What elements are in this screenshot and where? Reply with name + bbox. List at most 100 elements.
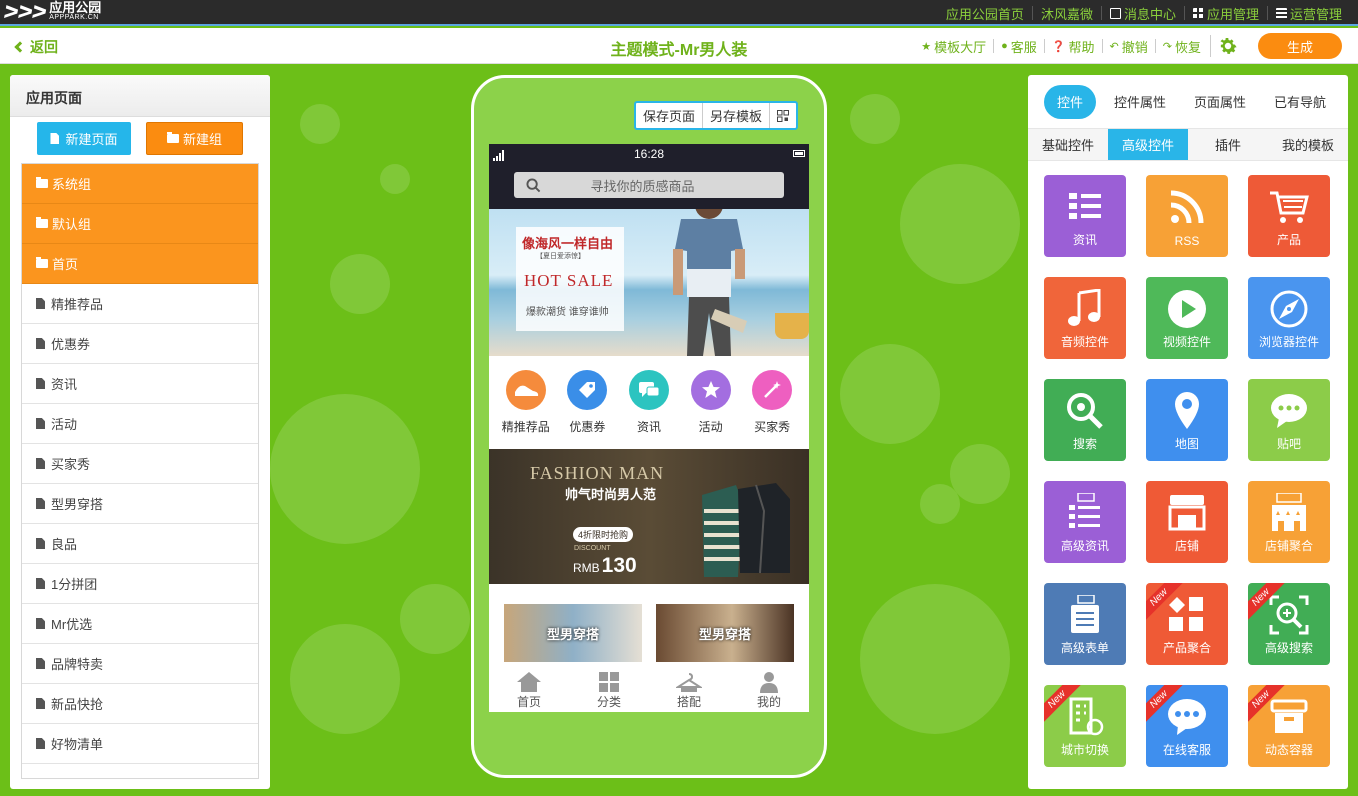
- save-page-button[interactable]: 保存页面: [636, 103, 702, 128]
- mall-icon: [1272, 493, 1306, 531]
- file-icon: [36, 378, 45, 389]
- page-item[interactable]: Mr优选: [22, 604, 258, 644]
- widget-rss[interactable]: RSS: [1146, 175, 1228, 257]
- file-icon: [36, 298, 45, 309]
- group-item[interactable]: 默认组: [22, 204, 258, 244]
- new-page-button[interactable]: 新建页面: [37, 122, 131, 155]
- save-as-template-button[interactable]: 另存模板: [702, 103, 769, 128]
- promo-banner[interactable]: FASHION MAN 帅气时尚男人范 4折限时抢购 DISCOUNT RMB1…: [489, 449, 809, 584]
- page-item[interactable]: 买家秀: [22, 444, 258, 484]
- widget-news-list[interactable]: 资讯: [1044, 175, 1126, 257]
- widget-play[interactable]: 视频控件: [1146, 277, 1228, 359]
- widget-dots-bubble[interactable]: New 在线客服: [1146, 685, 1228, 767]
- group-item[interactable]: 首页: [22, 244, 258, 284]
- widget-store[interactable]: 店铺: [1146, 481, 1228, 563]
- tab-existing-nav[interactable]: 已有导航: [1264, 85, 1336, 119]
- tab-widgets[interactable]: 控件: [1044, 84, 1097, 119]
- quick-nav-item[interactable]: 精推荐品: [498, 370, 554, 449]
- nav-messages-link[interactable]: 消息中心: [1100, 6, 1184, 22]
- subtab-plugins[interactable]: 插件: [1188, 129, 1268, 160]
- tab-outfit[interactable]: 搭配: [649, 666, 729, 712]
- widget-map-pin[interactable]: 地图: [1146, 379, 1228, 461]
- widget-pro-form[interactable]: 高级表单: [1044, 583, 1126, 665]
- widget-label: 动态容器: [1264, 743, 1313, 757]
- widget-scan-search[interactable]: New 高级搜索: [1248, 583, 1330, 665]
- nav-ops-manage-link[interactable]: 运营管理: [1266, 6, 1350, 22]
- logo-mark: ᐳᐳᐳ: [4, 3, 47, 23]
- magic-wand-icon: [752, 370, 793, 410]
- hero-banner[interactable]: 像海风一样自由 【夏日爱添惊】 HOT SALE 爆款潮货 谁穿谁帅: [489, 209, 809, 356]
- qr-code-button[interactable]: [769, 103, 796, 128]
- template-hall-button[interactable]: ★ 模板大厅: [914, 39, 993, 55]
- compass-icon: [1270, 290, 1308, 328]
- widget-compass[interactable]: 浏览器控件: [1248, 277, 1330, 359]
- outfit-tile[interactable]: 型男穿搭: [656, 604, 794, 662]
- tab-home[interactable]: 首页: [489, 666, 569, 712]
- group-item[interactable]: 系统组: [22, 164, 258, 204]
- redo-button[interactable]: ↷ 恢复: [1154, 39, 1208, 55]
- tab-category[interactable]: 分类: [569, 666, 649, 712]
- play-icon: [1168, 290, 1206, 328]
- preview-toolbar: 保存页面 另存模板: [634, 101, 799, 130]
- back-button[interactable]: 返回: [14, 37, 58, 57]
- widget-mall[interactable]: 店铺聚合: [1248, 481, 1330, 563]
- widget-label: 浏览器控件: [1258, 335, 1319, 349]
- tab-widget-properties[interactable]: 控件属性: [1104, 85, 1176, 119]
- undo-button[interactable]: ↶ 撤销: [1101, 39, 1155, 55]
- file-icon: [50, 133, 60, 144]
- app-logo[interactable]: ᐳᐳᐳ 应用公园 APPPARK.CN: [4, 1, 101, 24]
- quick-nav-item[interactable]: 优惠券: [559, 370, 615, 449]
- undo-icon: ↶: [1109, 40, 1119, 53]
- nav-home-link[interactable]: 应用公园首页: [938, 6, 1032, 22]
- widget-label: 在线客服: [1162, 743, 1211, 757]
- page-item[interactable]: 品牌特卖: [22, 644, 258, 684]
- panel-title: 应用页面: [10, 75, 270, 117]
- widget-label: 高级搜索: [1264, 641, 1313, 655]
- subtab-basic[interactable]: 基础控件: [1028, 129, 1108, 160]
- widget-music-note[interactable]: 音频控件: [1044, 277, 1126, 359]
- folder-icon: [36, 217, 48, 228]
- subtab-my-templates[interactable]: 我的模板: [1268, 129, 1348, 160]
- nav-user-link[interactable]: 沐风嘉微: [1031, 6, 1101, 22]
- widget-cart[interactable]: 产品: [1248, 175, 1330, 257]
- page-item[interactable]: 新品快抢: [22, 684, 258, 724]
- tab-mine[interactable]: 我的: [729, 666, 809, 712]
- page-item[interactable]: 1分拼团: [22, 564, 258, 604]
- page-item[interactable]: 精推荐品: [22, 284, 258, 324]
- file-icon: [36, 538, 45, 549]
- tab-page-properties[interactable]: 页面属性: [1184, 85, 1256, 119]
- settings-button[interactable]: [1210, 35, 1244, 57]
- quick-nav-item[interactable]: 活动: [683, 370, 739, 449]
- widget-building[interactable]: New 城市切换: [1044, 685, 1126, 767]
- tag-icon: [567, 370, 608, 410]
- widget-magnifier[interactable]: 搜索: [1044, 379, 1126, 461]
- file-icon: [36, 658, 45, 669]
- outfit-tile[interactable]: 型男穿搭: [504, 604, 642, 662]
- widget-pro-list[interactable]: 高级资讯: [1044, 481, 1126, 563]
- widget-label: 高级资讯: [1060, 539, 1109, 553]
- customer-service-button[interactable]: ● 客服: [993, 39, 1044, 55]
- nav-app-manage-link[interactable]: 应用管理: [1183, 6, 1267, 22]
- page-item[interactable]: 型男穿搭: [22, 484, 258, 524]
- widget-blocks[interactable]: New 产品聚合: [1146, 583, 1228, 665]
- page-item[interactable]: 资讯: [22, 364, 258, 404]
- widget-chat-bubble[interactable]: 贴吧: [1248, 379, 1330, 461]
- store-icon: [1168, 495, 1206, 531]
- page-item[interactable]: 良品: [22, 524, 258, 564]
- new-group-button[interactable]: 新建组: [146, 122, 243, 155]
- subtab-advanced[interactable]: 高级控件: [1108, 129, 1188, 160]
- model-figure-image: [673, 209, 747, 356]
- sneaker-icon: [505, 370, 546, 410]
- phone-tab-bar: 首页 分类 搭配 我的: [489, 666, 809, 712]
- help-button[interactable]: ❓ 帮助: [1043, 39, 1102, 55]
- generate-button[interactable]: 生成: [1258, 33, 1342, 59]
- widget-box[interactable]: New 动态容器: [1248, 685, 1330, 767]
- phone-search-input[interactable]: 寻找你的质感商品: [514, 172, 784, 198]
- quick-nav-item[interactable]: 买家秀: [744, 370, 800, 449]
- page-item[interactable]: 优惠券: [22, 324, 258, 364]
- quick-nav-item[interactable]: 资讯: [621, 370, 677, 449]
- phone-screen[interactable]: 16:28 寻找你的质感商品 像海风一样自由 【夏日爱添惊】 HOT SALE …: [489, 144, 809, 712]
- page-item[interactable]: 好物清单: [22, 724, 258, 764]
- page-item[interactable]: 活动: [22, 404, 258, 444]
- box-icon: [1270, 699, 1308, 733]
